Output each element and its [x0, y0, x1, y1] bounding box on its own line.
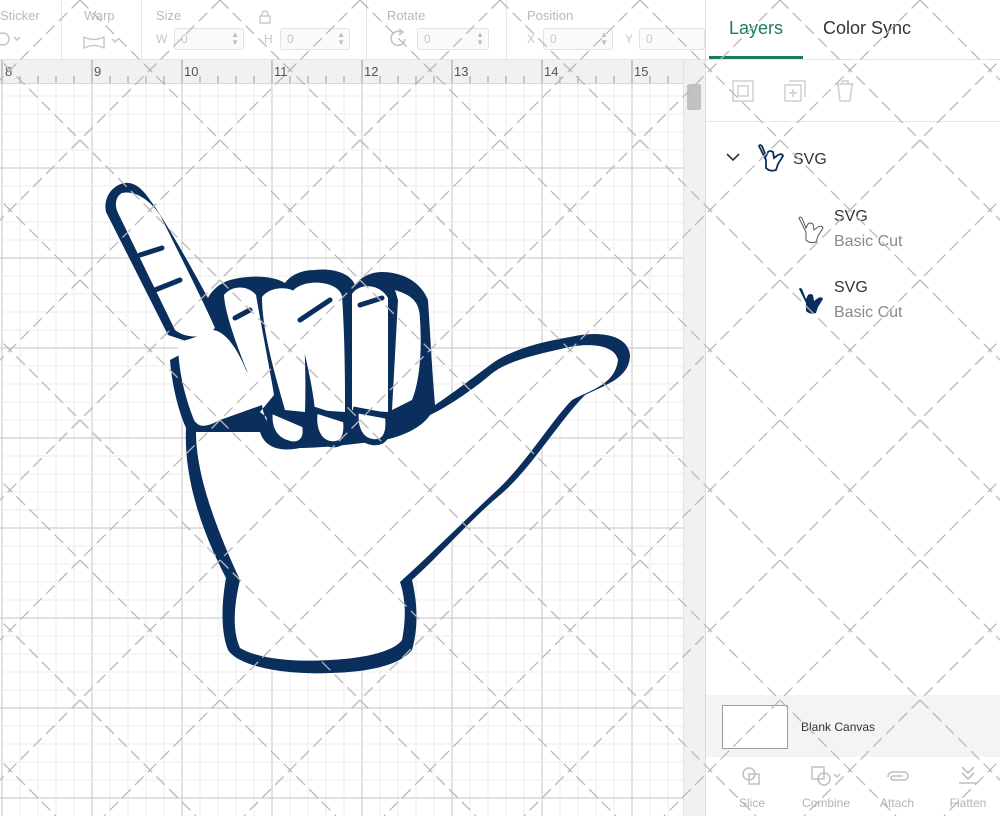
ruler-label-10: 10 [184, 64, 198, 79]
pos-x-letter: X [527, 32, 536, 46]
design-canvas[interactable] [0, 84, 683, 816]
height-input[interactable]: 0 ▲ ▼ [280, 28, 350, 50]
white-hand-thumbnail-icon [798, 216, 824, 244]
layer-group-name: SVG [793, 151, 827, 168]
position-group: Position X 0 ▲ ▼ Y 0 [507, 0, 705, 60]
combine-label: Combine [801, 796, 851, 810]
rotate-stepper-icon[interactable]: ▲ ▼ [476, 31, 484, 47]
layer-action-bar [706, 60, 1000, 122]
combine-icon [811, 766, 841, 786]
width-input[interactable]: 0 ▲ ▼ [174, 28, 244, 50]
attach-label: Attach [879, 796, 915, 810]
blank-canvas-swatch[interactable] [722, 705, 788, 749]
layers-panel: Layers Color Sync SVG SVG Basic Cut SVG … [705, 0, 1000, 816]
combine-button[interactable]: Combine [796, 765, 856, 810]
attach-icon [887, 771, 909, 781]
size-label: Size [156, 8, 182, 23]
attach-button[interactable]: Attach [867, 765, 927, 810]
size-group: Size W 0 ▲ ▼ H 0 ▲ ▼ [142, 0, 367, 60]
active-tab-indicator [709, 56, 803, 59]
layer-item-title: SVG [834, 208, 868, 225]
ruler-ticks: 8 9 10 11 12 13 14 15 [1, 60, 669, 83]
sticker-label: Sticker [0, 8, 40, 23]
rotate-label: Rotate [387, 8, 426, 23]
tab-layers[interactable]: Layers [729, 18, 783, 39]
layer-item[interactable]: SVG Basic Cut [706, 200, 1000, 260]
sticker-icon[interactable] [0, 32, 24, 46]
warp-icon[interactable] [82, 34, 122, 50]
position-label: Position [527, 8, 574, 23]
rotate-value: 0 [424, 32, 431, 46]
height-value: 0 [287, 32, 294, 46]
ruler-label-9: 9 [94, 64, 101, 79]
layer-item-subtitle: Basic Cut [834, 233, 903, 250]
layer-group-row[interactable]: SVG [706, 140, 1000, 180]
width-stepper-icon[interactable]: ▲ ▼ [231, 31, 239, 47]
canvas-grid [0, 84, 683, 816]
height-stepper-icon[interactable]: ▲ ▼ [337, 31, 345, 47]
pos-x-value: 0 [550, 32, 557, 46]
ruler-label-14: 14 [544, 64, 558, 79]
lock-icon[interactable] [259, 10, 271, 24]
position-x-input[interactable]: 0 ▲ ▼ [543, 28, 613, 50]
navy-hand-thumbnail-icon [799, 288, 823, 314]
layer-item-subtitle: Basic Cut [834, 304, 903, 321]
width-value: 0 [181, 32, 188, 46]
ruler-label-13: 13 [454, 64, 468, 79]
tab-color-sync[interactable]: Color Sync [823, 18, 911, 39]
vertical-scrollbar[interactable] [683, 60, 705, 816]
horizontal-ruler: 8 9 10 11 12 13 14 15 [0, 60, 683, 84]
rotate-group: Rotate 0 ▲ ▼ [367, 0, 507, 60]
ruler-label-15: 15 [634, 64, 648, 79]
warp-label: Warp [84, 8, 115, 23]
chevron-down-icon[interactable] [726, 152, 740, 162]
ruler-label-11: 11 [274, 64, 288, 79]
delete-icon[interactable] [832, 78, 858, 104]
sticker-group: Sticker [0, 0, 62, 60]
slice-button[interactable]: Slice [722, 765, 782, 810]
pos-x-stepper-icon[interactable]: ▲ ▼ [600, 31, 608, 47]
panel-tabs: Layers Color Sync [706, 0, 1000, 60]
blank-canvas-label: Blank Canvas [801, 720, 876, 734]
layer-item[interactable]: SVG Basic Cut [706, 271, 1000, 331]
design-space-app: Sticker Warp Size W 0 ▲ ▼ H 0 ▲ ▼ Rotate… [0, 0, 1000, 816]
flatten-button[interactable]: Flatten [938, 765, 998, 810]
duplicate-icon[interactable] [782, 78, 808, 104]
warp-group: Warp [62, 0, 142, 60]
knuckle-details [266, 405, 392, 448]
layer-bottom-actions: Slice Combine Attach Flatten [706, 757, 1000, 816]
svg-group-thumbnail-icon [757, 144, 784, 172]
rotate-icon[interactable] [387, 28, 409, 50]
slice-label: Slice [738, 796, 765, 810]
position-y-input[interactable]: 0 [639, 28, 705, 50]
ruler-label-12: 12 [364, 64, 378, 79]
group-icon[interactable] [730, 78, 756, 104]
slice-icon [742, 767, 760, 785]
pos-y-value: 0 [646, 32, 653, 46]
flatten-label: Flatten [949, 796, 987, 810]
rotate-input[interactable]: 0 ▲ ▼ [417, 28, 489, 50]
pos-y-letter: Y [625, 32, 634, 46]
edit-toolbar: Sticker Warp Size W 0 ▲ ▼ H 0 ▲ ▼ Rotate… [0, 0, 705, 60]
flatten-icon [959, 766, 977, 784]
layer-item-title: SVG [834, 279, 868, 296]
blank-canvas-row[interactable]: Blank Canvas [706, 695, 1000, 757]
scrollbar-thumb[interactable] [687, 84, 701, 110]
size-h-letter: H [264, 32, 273, 46]
ruler-label-8: 8 [5, 64, 12, 79]
size-w-letter: W [156, 32, 168, 46]
